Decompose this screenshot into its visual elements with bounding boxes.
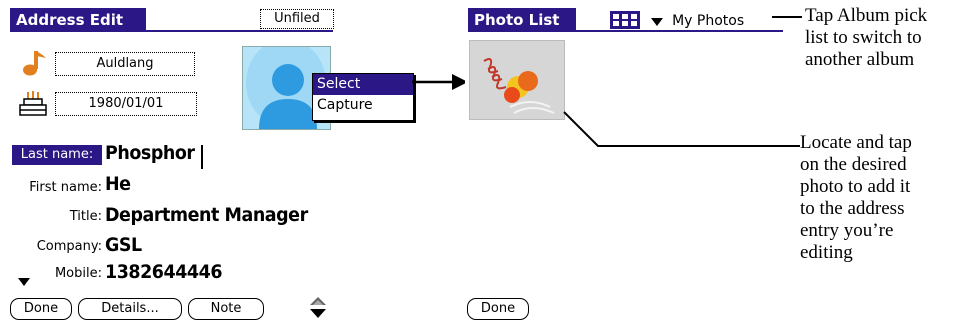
photo-note-line: entry you’re xyxy=(800,220,894,241)
album-name: My Photos xyxy=(672,12,745,29)
birthday-cake-icon xyxy=(18,90,48,122)
field-value-company[interactable]: GSL xyxy=(105,234,142,256)
photo-annotation: Locate and tap on the desired photo to a… xyxy=(800,132,912,264)
photo-title-underline xyxy=(468,30,783,32)
address-edit-title: Address Edit xyxy=(10,8,146,32)
details-button[interactable]: Details... xyxy=(78,298,182,320)
field-label-first-name: First name: xyxy=(29,180,102,195)
photo-list-title: Photo List xyxy=(468,8,576,32)
thumbnail-grid-icon[interactable] xyxy=(610,11,640,29)
album-annotation: Tap Album pick list to switch to another… xyxy=(805,5,927,71)
photo-note-line: photo to add it xyxy=(800,176,911,197)
birthday-picker[interactable]: 1980/01/01 xyxy=(55,92,197,116)
menu-item-capture[interactable]: Capture xyxy=(313,95,413,116)
album-leader-line xyxy=(772,16,802,18)
menu-item-select[interactable]: Select xyxy=(313,74,413,95)
ringtone-picker[interactable]: Auldlang xyxy=(55,52,195,76)
field-label-company: Company: xyxy=(36,239,102,254)
note-button[interactable]: Note xyxy=(188,298,264,320)
text-cursor xyxy=(201,145,203,169)
triangle-down-icon[interactable] xyxy=(18,271,30,290)
photo-note-line: editing xyxy=(800,242,853,263)
photo-done-button[interactable]: Done xyxy=(467,298,529,320)
field-label-title: Title: xyxy=(69,209,102,224)
triangle-down-icon xyxy=(651,11,663,30)
music-note-icon xyxy=(20,48,48,84)
album-note-line: Tap Album pick xyxy=(805,5,928,26)
title-underline xyxy=(10,30,333,32)
scroll-arrows-icon[interactable] xyxy=(308,296,328,326)
field-label-mobile[interactable]: Mobile: xyxy=(32,266,102,281)
field-value-mobile[interactable]: 1382644446 xyxy=(105,261,222,283)
connector-arrow xyxy=(412,74,468,90)
field-value-first-name[interactable]: He xyxy=(105,173,131,195)
address-edit-screen: Address Edit Unfiled Auldlang 1980/01/01 xyxy=(0,0,414,326)
photo-note-line: Locate and tap xyxy=(800,132,912,153)
photo-note-line: to the address xyxy=(800,198,905,219)
album-note-line: another album xyxy=(805,49,915,70)
category-picker[interactable]: Unfiled xyxy=(260,9,334,29)
done-button[interactable]: Done xyxy=(10,298,72,320)
album-note-line: list to switch to xyxy=(805,27,922,48)
photo-thumbnail[interactable] xyxy=(469,40,565,120)
photo-list-screen: Photo List My Photos Done xyxy=(465,0,790,326)
photo-menu: Select Capture xyxy=(312,73,414,121)
album-picker[interactable]: My Photos xyxy=(651,10,744,30)
photo-note-line: on the desired xyxy=(800,154,907,175)
photo-leader-line xyxy=(563,111,800,147)
field-label-last-name: Last name: xyxy=(12,145,102,165)
field-value-last-name[interactable]: Phosphor xyxy=(105,142,195,164)
field-value-title[interactable]: Department Manager xyxy=(105,204,308,226)
